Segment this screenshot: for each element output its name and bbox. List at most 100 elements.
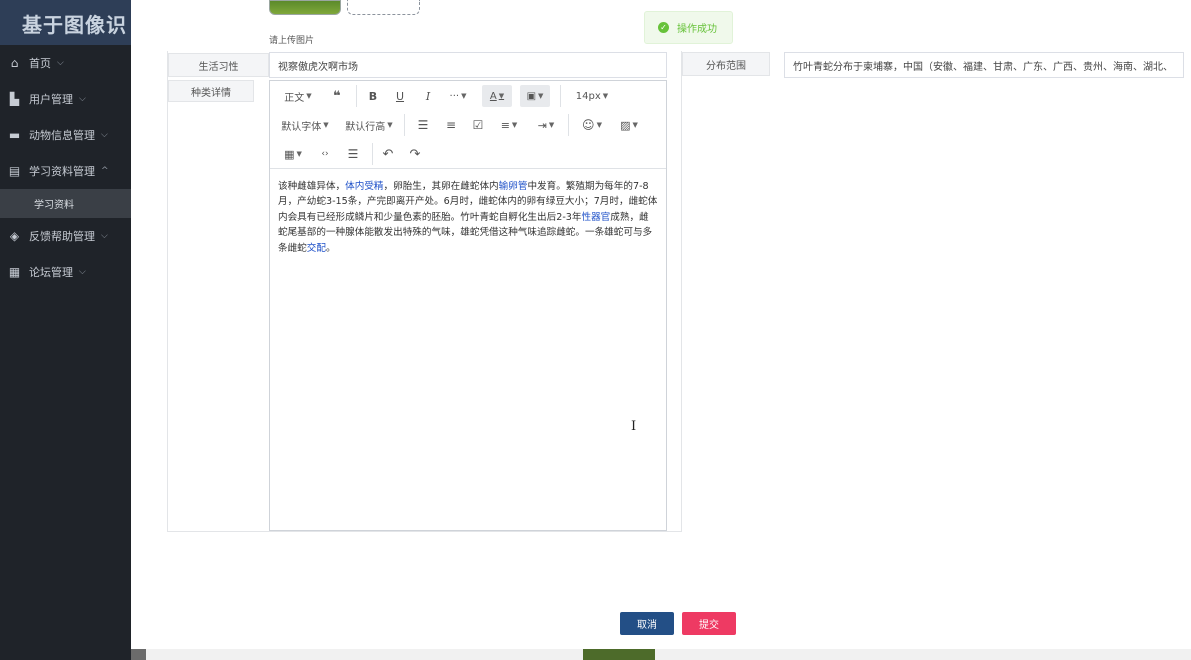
underlying-image-thumbnail [583, 649, 655, 660]
font-size-select[interactable]: 14px ▼ [574, 85, 610, 107]
chevron-down-icon: ⌵ [101, 130, 108, 140]
sidebar-item-label: 论坛管理 [29, 266, 73, 279]
sidebar-item-label: 首页 [29, 57, 51, 70]
align-left-icon: ≡ [500, 118, 510, 132]
font-family-label: 默认字体 [281, 121, 322, 133]
chevron-down-icon: ⌵ [79, 94, 86, 104]
upload-add-box[interactable] [347, 0, 420, 15]
divider-line-icon[interactable]: ☰ [342, 143, 364, 165]
sidebar-item-label: 动物信息管理 [29, 129, 95, 142]
underlying-row [146, 649, 1191, 660]
habit-input[interactable]: 视察傲虎次啊市场 [269, 52, 667, 78]
sidebar-item-users[interactable]: ▙ 用户管理 ⌵ [0, 81, 131, 117]
line-height-label: 默认行高 [345, 121, 386, 133]
sidebar-item-label: 学习资料管理 [29, 165, 95, 178]
upload-hint: 请上传图片 [269, 36, 315, 46]
content-text: 该种雌雄异体， [278, 181, 346, 192]
caret-down-icon: ▼ [387, 121, 393, 129]
content-link: 交配 [306, 242, 326, 254]
caret-down-icon: ▼ [632, 121, 638, 129]
sidebar-item-home[interactable]: ⌂ 首页 ⌵ [0, 45, 131, 81]
cancel-button[interactable]: 取消 [620, 612, 674, 635]
caret-down-icon: ▼ [602, 92, 609, 100]
toolbar-divider [560, 85, 561, 107]
align-button[interactable]: ≡ ▼ [496, 114, 522, 136]
sidebar-item-label: 用户管理 [29, 93, 73, 106]
distribution-label: 分布范围 [682, 52, 770, 76]
table-button[interactable]: ▦ ▼ [280, 143, 306, 165]
sidebar-item-materials[interactable]: ▤ 学习资料管理 ^ [0, 153, 131, 189]
background-color-icon: ▣ [526, 90, 537, 102]
content-link: 性器官 [581, 211, 611, 223]
caret-down-icon: ▼ [596, 121, 602, 129]
content-link: 输卵管 [498, 181, 528, 192]
detail-label: 种类详情 [168, 80, 254, 102]
sidebar-subitem-materials[interactable]: 学习资料 [0, 189, 131, 218]
underlying-page-strip [131, 649, 1191, 660]
image-button[interactable]: ▨ ▼ [616, 114, 642, 136]
heading-select[interactable]: 正文 ▼ [280, 85, 316, 107]
caret-down-icon: ▼ [306, 92, 312, 100]
app-brand: 基于图像识 [0, 0, 131, 45]
more-styles-button[interactable]: ··· ▼ [444, 85, 472, 107]
italic-icon[interactable]: I [417, 85, 439, 107]
caret-down-icon: ▼ [498, 92, 505, 100]
table-icon: ▦ [284, 147, 295, 161]
bold-icon[interactable]: B [362, 85, 384, 107]
content-link: 体内受精 [345, 181, 384, 192]
sidebar: 基于图像识 ⌂ 首页 ⌵ ▙ 用户管理 ⌵ ▬ 动物信息管理 ⌵ ▤ 学习资料管… [0, 0, 131, 660]
editor-content[interactable]: 该种雌雄异体，体内受精，卵胎生，其卵在雌蛇体内输卵管中发育。繁殖期为每年的7-8… [278, 179, 658, 256]
background-color-button[interactable]: ▣ ▼ [520, 85, 550, 107]
todo-list-icon[interactable]: ☑ [467, 114, 489, 136]
content-text: 。 [325, 242, 336, 254]
chevron-down-icon: ⌵ [79, 267, 86, 277]
indent-button[interactable]: ⇥ ▼ [533, 114, 559, 136]
caret-down-icon: ▼ [461, 92, 467, 100]
toast-message: 操作成功 [677, 24, 717, 35]
caret-down-icon: ▼ [323, 121, 329, 129]
toolbar-divider [404, 114, 405, 136]
underline-icon[interactable]: U [389, 85, 411, 107]
image-icon: ▨ [620, 118, 631, 132]
code-icon[interactable]: ‹› [314, 143, 336, 165]
distribution-input[interactable]: 竹叶青蛇分布于柬埔寨，中国（安徽、福建、甘肃、广东、广西、贵州、海南、湖北、 [784, 52, 1184, 78]
chevron-up-icon: ^ [101, 166, 109, 176]
redo-icon[interactable]: ↷ [404, 143, 426, 165]
sidebar-item-label: 反馈帮助管理 [29, 230, 95, 243]
sidebar-item-feedback[interactable]: ◈ 反馈帮助管理 ⌵ [0, 218, 131, 254]
heading-select-label: 正文 [284, 92, 305, 104]
font-color-button[interactable]: A ▼ [482, 85, 512, 107]
feedback-icon: ◈ [9, 228, 20, 243]
font-size-label: 14px [575, 90, 601, 102]
numbered-list-icon[interactable]: ≡ [440, 114, 462, 136]
rich-text-editor: 正文 ▼ ❝ B U I ··· ▼ A ▼ ▣ ▼ 14px ▼ 默认字体 ▼ 默认行高 ▼… [269, 80, 667, 531]
animal-icon: ▬ [8, 127, 21, 142]
line-height-select[interactable]: 默认行高 ▼ [344, 114, 394, 136]
edit-dialog: 请上传图片 ✓ 操作成功 生活习性 视察傲虎次啊市场 分布范围 竹叶青蛇分布于柬… [131, 0, 1191, 649]
emoji-button[interactable]: ☺ ▼ [579, 114, 605, 136]
submit-button[interactable]: 提交 [682, 612, 736, 635]
caret-down-icon: ▼ [548, 121, 555, 129]
text-cursor-icon: I [631, 419, 637, 434]
toolbar-divider [568, 114, 569, 136]
chevron-down-icon: ⌵ [101, 231, 108, 241]
sidebar-item-animals[interactable]: ▬ 动物信息管理 ⌵ [0, 117, 131, 153]
check-circle-icon: ✓ [658, 22, 669, 33]
indent-icon: ⇥ [537, 118, 547, 132]
toolbar-divider [356, 85, 357, 107]
book-icon: ▤ [8, 163, 21, 178]
emoji-icon: ☺ [582, 118, 595, 132]
quote-icon[interactable]: ❝ [326, 85, 348, 107]
undo-icon[interactable]: ↶ [377, 143, 399, 165]
content-text: ，卵胎生，其卵在雌蛇体内 [383, 181, 499, 192]
uploaded-image-thumbnail[interactable] [269, 0, 341, 15]
caret-down-icon: ▼ [538, 92, 544, 100]
font-family-select[interactable]: 默认字体 ▼ [280, 114, 330, 136]
chevron-down-icon: ⌵ [57, 58, 64, 68]
sidebar-item-forum[interactable]: ▦ 论坛管理 ⌵ [0, 254, 131, 290]
user-icon: ▙ [9, 91, 20, 106]
bullet-list-icon[interactable]: ☰ [412, 114, 434, 136]
font-color-icon: A [489, 90, 497, 102]
success-toast: ✓ 操作成功 [644, 11, 733, 44]
toolbar-divider [372, 143, 373, 165]
